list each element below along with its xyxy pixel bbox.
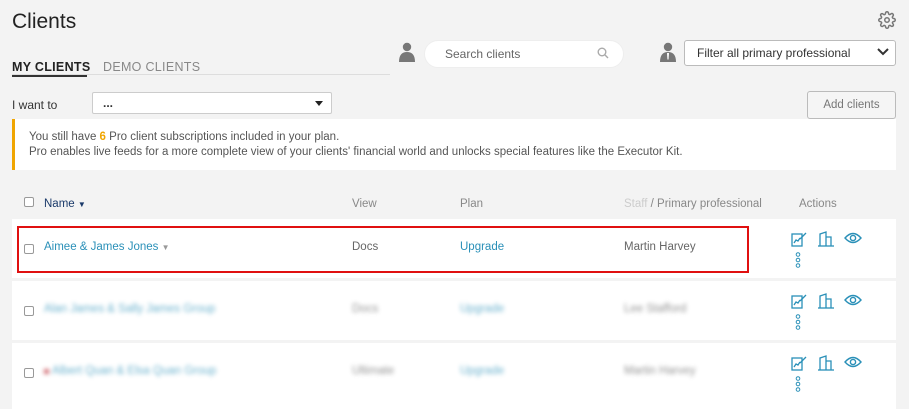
pro-subscription-banner: You still have 6 Pro client subscription… [12, 119, 896, 170]
search-input[interactable]: Search clients [424, 40, 624, 68]
search-icon[interactable] [597, 47, 609, 62]
table-header: Name ▼ View Plan Staff / Primary profess… [12, 188, 896, 218]
eye-icon[interactable] [844, 355, 862, 371]
table-row: Aimee & James Jones ▼ Docs Upgrade Marti… [12, 219, 896, 278]
i-want-to-label: I want to [12, 98, 58, 112]
primary-professional: Martin Harvey [624, 365, 696, 377]
active-tab-underline [12, 75, 87, 77]
chevron-down-icon [877, 46, 889, 60]
column-actions: Actions [799, 198, 837, 210]
search-placeholder: Search clients [445, 47, 521, 61]
primary-professional: Martin Harvey [624, 241, 696, 253]
client-name-link[interactable]: Alan James & Sally James Group [44, 303, 215, 315]
table-row: Albert Quan & Elsa Quan Group Ultimate U… [12, 343, 896, 409]
caret-down-icon[interactable]: ▼ [162, 243, 170, 252]
column-primary-professional: Staff / Primary professional [624, 198, 762, 210]
upgrade-link[interactable]: Upgrade [460, 241, 504, 253]
sort-down-icon: ▼ [77, 200, 86, 209]
i-want-to-selected: ... [103, 96, 114, 110]
client-name-link[interactable]: Albert Quan & Elsa Quan Group [44, 365, 216, 377]
caret-down-icon [315, 96, 323, 110]
client-view: Ultimate [352, 365, 395, 377]
select-all-checkbox[interactable] [24, 197, 34, 207]
column-staff[interactable]: Staff [624, 198, 647, 210]
edit-chart-icon[interactable] [791, 293, 807, 309]
more-vertical-icon[interactable] [795, 314, 801, 330]
banner-line-1: You still have 6 Pro client subscription… [29, 131, 340, 143]
gear-icon[interactable] [878, 11, 896, 29]
person-icon [399, 42, 415, 62]
row-checkbox[interactable] [24, 306, 34, 316]
column-view: View [352, 198, 377, 210]
more-vertical-icon[interactable] [795, 252, 801, 268]
eye-icon[interactable] [844, 293, 862, 309]
client-view: Docs [352, 303, 379, 315]
column-name[interactable]: Name ▼ [44, 198, 86, 210]
tab-my-clients[interactable]: MY CLIENTS [12, 60, 90, 74]
table-row: Alan James & Sally James Group Docs Upgr… [12, 281, 896, 340]
building-icon[interactable] [818, 231, 834, 247]
edit-chart-icon[interactable] [791, 355, 807, 371]
i-want-to-select[interactable]: ... [92, 92, 332, 114]
more-vertical-icon[interactable] [795, 376, 801, 392]
upgrade-link[interactable]: Upgrade [460, 303, 504, 315]
client-view: Docs [352, 241, 379, 253]
row-checkbox[interactable] [24, 244, 34, 254]
status-dot [44, 369, 49, 374]
add-clients-button[interactable]: Add clients [807, 91, 896, 119]
filter-selected: Filter all primary professional [697, 46, 851, 60]
primary-professional: Lee Stafford [624, 303, 687, 315]
building-icon[interactable] [818, 293, 834, 309]
primary-professional-filter[interactable]: Filter all primary professional [684, 40, 896, 66]
client-name-link[interactable]: Aimee & James Jones ▼ [44, 241, 170, 253]
edit-chart-icon[interactable] [791, 231, 807, 247]
row-checkbox[interactable] [24, 368, 34, 378]
building-icon[interactable] [818, 355, 834, 371]
eye-icon[interactable] [844, 231, 862, 247]
page-title: Clients [12, 10, 77, 33]
professional-icon [660, 42, 676, 62]
tab-demo-clients[interactable]: DEMO CLIENTS [103, 60, 200, 74]
upgrade-link[interactable]: Upgrade [460, 365, 504, 377]
banner-line-2: Pro enables live feeds for a more comple… [29, 146, 683, 158]
column-plan: Plan [460, 198, 484, 210]
